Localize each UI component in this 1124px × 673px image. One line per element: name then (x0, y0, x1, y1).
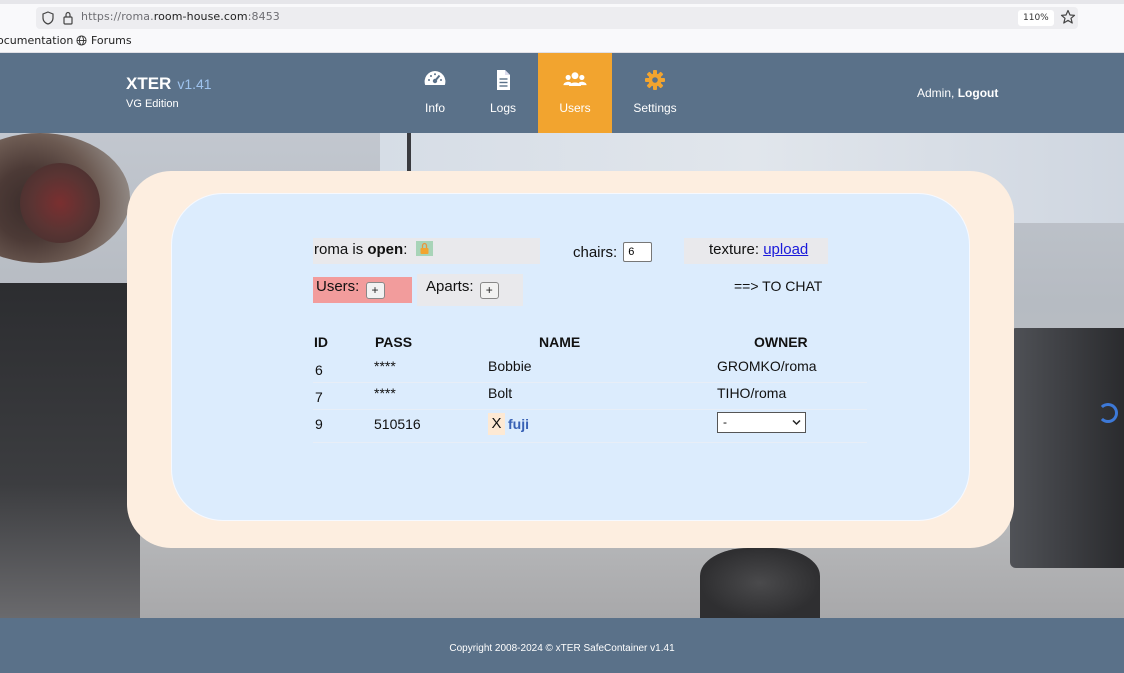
nav-logs-label: Logs (489, 101, 517, 115)
delete-user-button[interactable]: X (488, 413, 505, 435)
add-apart-button[interactable]: + (479, 282, 499, 299)
row-id: 7 (315, 389, 323, 405)
column-header-id: ID (314, 334, 328, 350)
room-status: roma is open: (313, 238, 540, 264)
row-name: Bobbie (488, 358, 532, 374)
nav-settings-label: Settings (633, 101, 677, 115)
row-id: 6 (315, 362, 323, 378)
texture-upload-link[interactable]: upload (763, 241, 808, 258)
chairs-control: chairs: (573, 242, 653, 262)
photo-knob (700, 548, 820, 618)
bookmark-documentation[interactable]: ocumentation (0, 34, 73, 47)
column-header-name: NAME (539, 334, 581, 350)
url-field[interactable]: https://roma.room-house.com:8453 110% (36, 7, 1078, 29)
table-row: 9 510516 X fuji - (313, 410, 867, 443)
nav-info[interactable]: Info (410, 53, 460, 133)
row-name-cell: X fuji (488, 413, 529, 435)
brand: XTER v1.41 VG Edition (126, 74, 212, 110)
globe-icon (76, 35, 87, 46)
bookmark-forums-label: Forums (91, 34, 132, 47)
bookmark-star-icon[interactable] (1060, 9, 1076, 25)
photo-blue-led (1098, 403, 1118, 423)
column-header-owner: OWNER (754, 334, 808, 350)
row-owner: GROMKO/roma (717, 358, 817, 374)
user-name-link[interactable]: fuji (508, 416, 529, 432)
room-status-colon: : (403, 241, 408, 258)
users-label: Users: (316, 278, 360, 295)
room-state: open (367, 241, 404, 258)
url-text[interactable]: https://roma.room-house.com:8453 (81, 10, 280, 23)
table-row: 6 **** Bobbie GROMKO/roma (313, 356, 867, 383)
chairs-input[interactable] (623, 242, 653, 262)
brand-name: XTER (126, 74, 172, 93)
browser-toolbar: https://roma.room-house.com:8453 110% (0, 0, 1124, 31)
chevron-down-icon (792, 419, 801, 426)
texture-label: texture: (709, 241, 764, 258)
shield-icon[interactable] (42, 11, 54, 25)
photo-webcam-lens (20, 163, 100, 243)
room-lock-toggle[interactable] (415, 241, 433, 256)
aparts-section: Aparts: + (417, 274, 523, 306)
nav-users[interactable]: Users (538, 53, 612, 133)
room-status-is: is (348, 241, 368, 258)
lock-icon[interactable] (62, 11, 74, 25)
owner-select[interactable]: - (717, 412, 806, 433)
row-pass: **** (374, 385, 396, 401)
nav-settings[interactable]: Settings (626, 53, 684, 133)
zoom-level-badge[interactable]: 110% (1018, 10, 1054, 26)
padlock-icon (420, 242, 429, 254)
users-icon (563, 72, 587, 86)
row-id: 9 (315, 416, 323, 432)
nav-logs[interactable]: Logs (480, 53, 526, 133)
users-section: Users: + (313, 277, 412, 303)
room-name: roma (314, 241, 349, 258)
row-name: Bolt (488, 385, 513, 401)
dashboard-gauge-icon (424, 71, 446, 85)
document-icon (497, 70, 510, 90)
bookmarks-bar: ocumentation Forums (0, 31, 1124, 53)
texture-control: texture: upload (684, 238, 828, 264)
row-pass: **** (374, 358, 396, 374)
row-owner: TIHO/roma (717, 385, 787, 401)
nav-users-label: Users (559, 101, 591, 115)
column-header-pass: PASS (375, 334, 413, 350)
app-header: XTER v1.41 VG Edition Info Logs Users Se… (0, 53, 1124, 133)
photo-device-right (1010, 328, 1124, 568)
footer: Copyright 2008-2024 © xTER SafeContainer… (0, 618, 1124, 673)
owner-select-value: - (723, 415, 727, 429)
chairs-label: chairs: (573, 243, 618, 261)
to-chat-link[interactable]: ==> TO CHAT (734, 278, 822, 294)
photo-device-left (0, 283, 140, 618)
logout-link[interactable]: Logout (958, 86, 999, 100)
bookmark-forums[interactable]: Forums (76, 34, 132, 47)
aparts-label: Aparts: (426, 278, 474, 295)
brand-version: v1.41 (177, 76, 212, 92)
add-user-button[interactable]: + (365, 282, 385, 299)
row-pass: 510516 (374, 416, 421, 432)
copyright-text: Copyright 2008-2024 © xTER SafeContainer… (449, 643, 675, 654)
user-area: Admin, Logout (917, 86, 998, 100)
table-row: 7 **** Bolt TIHO/roma (313, 383, 867, 410)
nav-info-label: Info (424, 101, 445, 115)
brand-edition: VG Edition (126, 98, 179, 110)
gear-icon (645, 70, 665, 90)
current-user: Admin, (917, 86, 955, 100)
